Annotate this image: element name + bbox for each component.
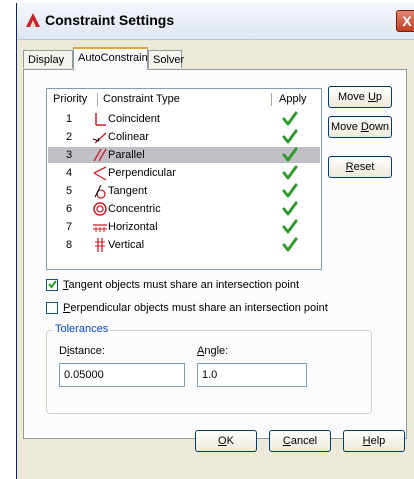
ok-button[interactable]: OK: [195, 430, 257, 452]
row-constraint-label: Parallel: [108, 149, 145, 161]
close-button[interactable]: X: [396, 10, 414, 32]
constraint-row-concentric[interactable]: 6 Concentric: [48, 201, 320, 217]
tab-display[interactable]: Display: [23, 50, 73, 68]
help-button[interactable]: Help: [343, 430, 405, 452]
title-bar: Constraint Settings X: [17, 3, 414, 40]
distance-input[interactable]: 0.05000: [59, 363, 185, 387]
header-priority[interactable]: Priority: [53, 91, 87, 107]
constraint-list[interactable]: Priority Constraint Type Apply 1 Coincide…: [46, 88, 322, 270]
constraint-row-coincident[interactable]: 1 Coincident: [48, 111, 320, 127]
constraint-row-parallel[interactable]: 3 Parallel: [48, 147, 320, 163]
apply-check-icon[interactable]: [282, 201, 298, 217]
apply-check-icon[interactable]: [282, 183, 298, 199]
tangent-option-label: Tangent objects must share an intersecti…: [63, 279, 300, 291]
row-constraint-label: Concentric: [108, 203, 161, 215]
horizontal-icon: [93, 224, 107, 232]
row-constraint-label: Coincident: [108, 113, 160, 125]
tolerances-group: Tolerances Distance: 0.05000 Angle: 1.0: [46, 323, 372, 414]
tab-autoconstrain[interactable]: AutoConstrain: [73, 47, 148, 70]
autoconstrain-panel: Priority Constraint Type Apply 1 Coincide…: [23, 69, 407, 439]
header-separator: [97, 93, 98, 106]
row-priority: 5: [66, 185, 73, 197]
constraint-settings-dialog: Constraint Settings X Display AutoConstr…: [16, 3, 414, 479]
row-priority: 8: [66, 239, 73, 251]
apply-check-icon[interactable]: [282, 219, 298, 235]
colinear-icon: [92, 132, 107, 144]
coincident-icon: [95, 113, 106, 126]
window-title: Constraint Settings: [45, 12, 175, 28]
apply-check-icon[interactable]: [282, 111, 298, 127]
row-priority: 1: [66, 113, 73, 125]
apply-check-icon[interactable]: [282, 147, 298, 163]
row-priority: 3: [66, 149, 73, 161]
perpendicular-icon: [93, 166, 107, 181]
row-priority: 2: [66, 131, 73, 143]
header-separator: [271, 93, 272, 106]
constraint-row-vertical[interactable]: 8 Vertical: [48, 237, 320, 253]
row-priority: 4: [66, 167, 73, 179]
tangent-icon: [94, 184, 106, 199]
header-constraint-type[interactable]: Constraint Type: [103, 91, 180, 107]
perpendicular-option-label: Perpendicular objects must share an inte…: [63, 302, 328, 314]
apply-check-icon[interactable]: [282, 237, 298, 253]
row-constraint-label: Perpendicular: [108, 167, 176, 179]
concentric-icon: [93, 202, 107, 216]
perpendicular-checkbox[interactable]: [46, 302, 58, 314]
angle-label: Angle:: [197, 345, 229, 357]
row-priority: 6: [66, 203, 73, 215]
row-priority: 7: [66, 221, 73, 233]
row-constraint-label: Colinear: [108, 131, 149, 143]
tab-solver[interactable]: Solver: [148, 50, 184, 68]
row-constraint-label: Vertical: [108, 239, 145, 251]
reset-button[interactable]: Reset: [328, 156, 392, 178]
constraint-row-perpendicular[interactable]: 4 Perpendicular: [48, 165, 320, 181]
move-up-button[interactable]: Move Up: [328, 86, 392, 108]
apply-check-icon[interactable]: [282, 165, 298, 181]
header-apply[interactable]: Apply: [279, 91, 307, 107]
tangent-checkbox[interactable]: [46, 279, 58, 291]
distance-label: Distance:: [59, 345, 105, 357]
tolerances-title: Tolerances: [53, 323, 111, 335]
angle-input[interactable]: 1.0: [197, 363, 307, 387]
row-constraint-label: Horizontal: [108, 221, 158, 233]
constraint-row-horizontal[interactable]: 7 Horizontal: [48, 219, 320, 235]
row-constraint-label: Tangent: [108, 185, 148, 197]
app-icon: [26, 13, 40, 27]
constraint-row-colinear[interactable]: 2 Colinear: [48, 129, 320, 145]
vertical-icon: [95, 238, 105, 252]
cancel-button[interactable]: Cancel: [269, 430, 331, 452]
constraint-row-tangent[interactable]: 5 Tangent: [48, 183, 320, 199]
parallel-icon: [93, 148, 107, 162]
apply-check-icon[interactable]: [282, 129, 298, 145]
list-header: Priority Constraint Type Apply: [47, 91, 321, 107]
checkmark-icon: [48, 280, 57, 289]
move-down-button[interactable]: Move Down: [328, 116, 392, 138]
